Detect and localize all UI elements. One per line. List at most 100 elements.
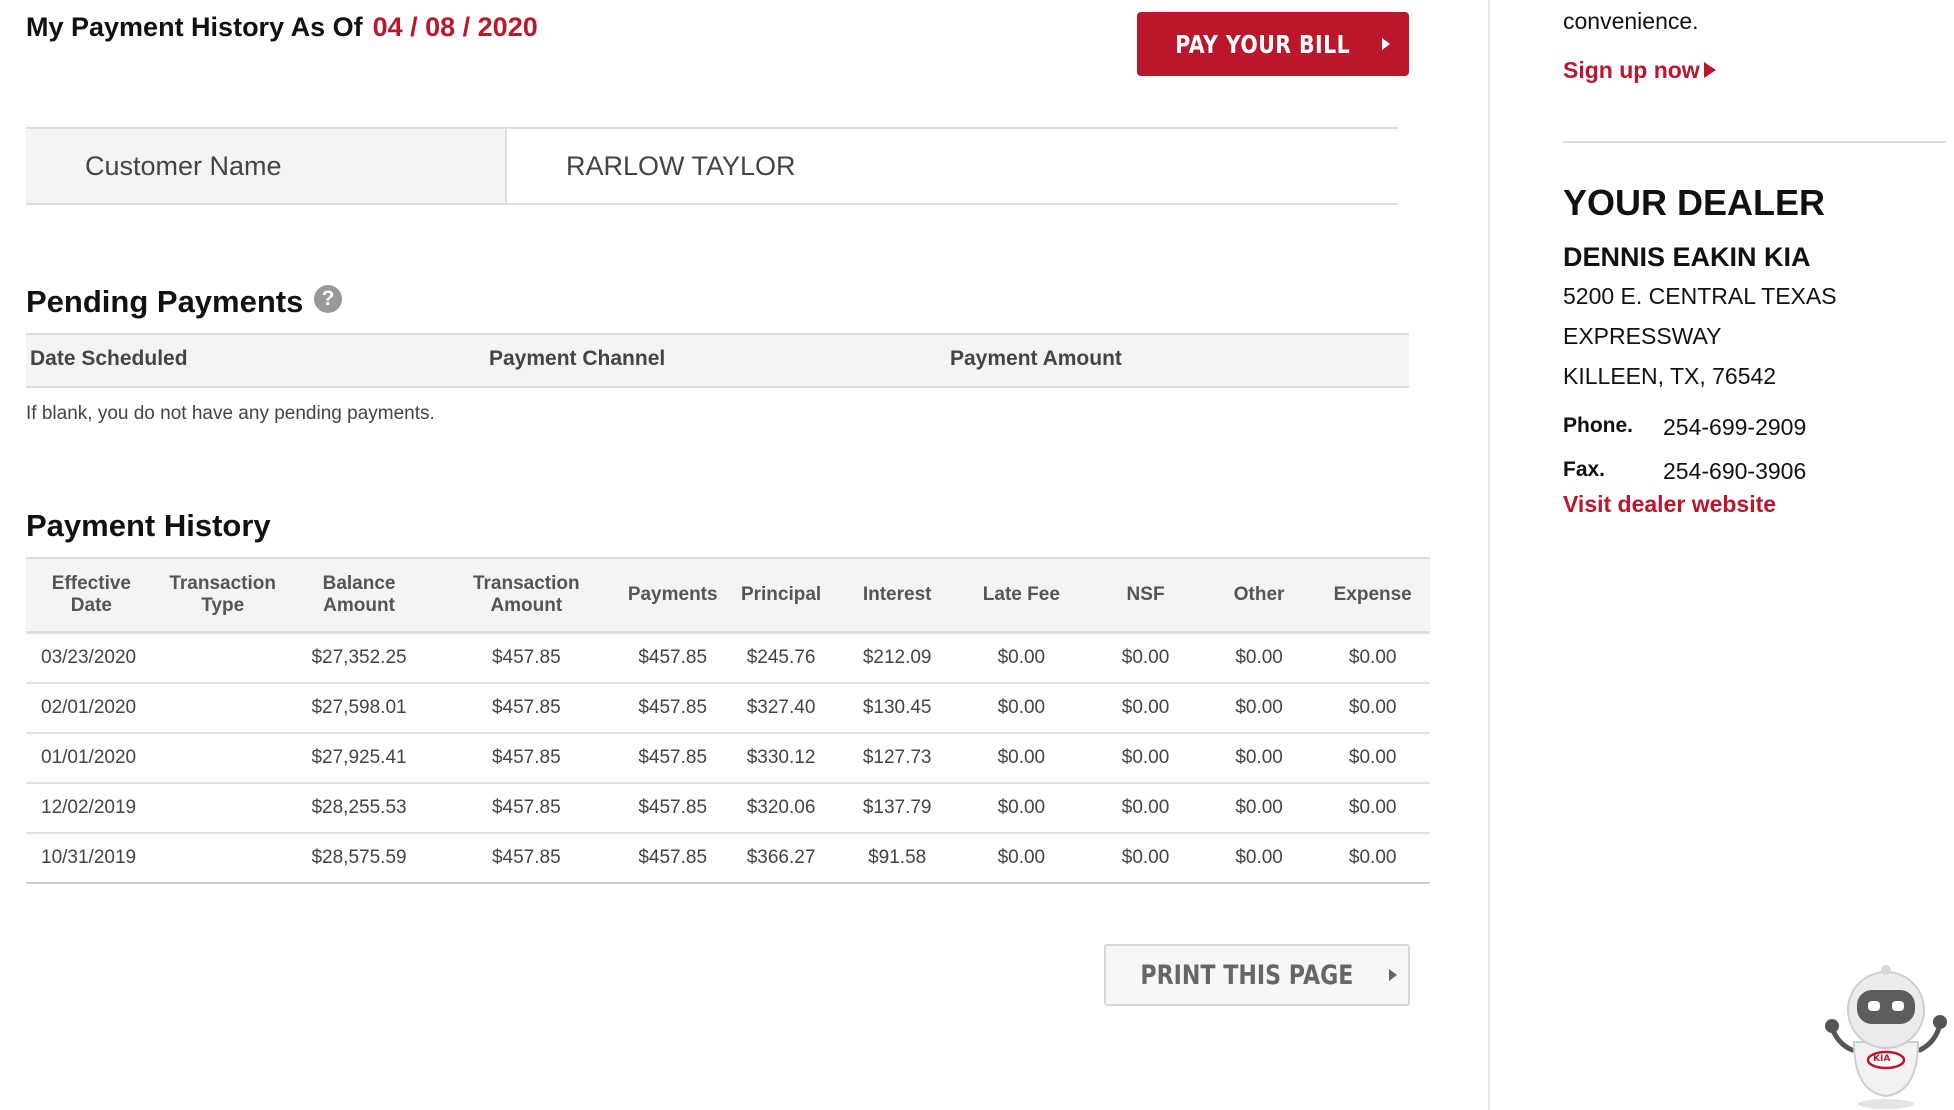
table-cell: $0.00 bbox=[1202, 833, 1316, 884]
column-header-text: Type bbox=[201, 595, 245, 616]
column-header: Interest bbox=[839, 557, 955, 634]
sidebar-divider-line bbox=[1563, 141, 1946, 143]
pay-your-bill-label: PAY YOUR BILL bbox=[1175, 29, 1351, 59]
page-title: My Payment History As Of 04 / 08 / 2020 bbox=[26, 12, 538, 43]
column-header: Expense bbox=[1315, 557, 1430, 634]
table-cell: $0.00 bbox=[1315, 683, 1430, 734]
payment-history-table: Effective Date Transaction Type Balance Amoun… bbox=[26, 557, 1430, 884]
table-body: 03/23/2020 $27,352.25 $457.85 $457.85 $245.7… bbox=[26, 632, 1430, 884]
table-cell: $0.00 bbox=[1202, 733, 1316, 784]
customer-name-row: Customer Name RARLOW TAYLOR bbox=[26, 127, 1398, 205]
kia-robot-icon[interactable] bbox=[1824, 958, 1948, 1110]
table-cell: $0.00 bbox=[1202, 632, 1316, 684]
table-cell: 12/02/2019 bbox=[26, 783, 157, 834]
fax-label: Fax. bbox=[1563, 458, 1606, 481]
table-cell bbox=[156, 683, 289, 734]
pay-your-bill-button[interactable]: PAY YOUR BILL bbox=[1137, 12, 1409, 76]
table-cell: $457.85 bbox=[623, 683, 723, 734]
table-row: 12/02/2019 $28,255.53 $457.85 $457.85 $320.0… bbox=[26, 783, 1430, 834]
table-cell: $457.85 bbox=[429, 632, 624, 684]
column-header: Late Fee bbox=[954, 557, 1089, 634]
table-row: 03/23/2020 $27,352.25 $457.85 $457.85 $245.7… bbox=[26, 632, 1430, 684]
column-header-text: NSF bbox=[1126, 584, 1165, 605]
table-cell: $0.00 bbox=[954, 783, 1089, 834]
table-cell: 10/31/2019 bbox=[26, 833, 157, 884]
table-cell: $245.76 bbox=[722, 632, 840, 684]
table-cell: $0.00 bbox=[954, 683, 1089, 734]
table-cell: $0.00 bbox=[1088, 783, 1203, 834]
column-header-text: Late Fee bbox=[982, 584, 1060, 605]
column-header: Principal bbox=[722, 557, 840, 634]
table-cell: $137.79 bbox=[839, 783, 955, 834]
table-cell: $0.00 bbox=[1088, 683, 1203, 734]
table-cell: $457.85 bbox=[429, 683, 624, 734]
column-header-text: Amount bbox=[323, 595, 395, 616]
table-row: 02/01/2020 $27,598.01 $457.85 $457.85 $327.4… bbox=[26, 683, 1430, 734]
chevron-right-icon bbox=[1381, 38, 1390, 50]
table-cell: $457.85 bbox=[429, 833, 624, 884]
column-header-text: Transaction bbox=[472, 573, 580, 594]
table-cell: $127.73 bbox=[839, 733, 955, 784]
dealer-address-line-1: 5200 E. CENTRAL TEXAS bbox=[1563, 283, 1837, 309]
sign-up-link[interactable]: Sign up now bbox=[1563, 57, 1716, 84]
column-payment-channel: Payment Channel bbox=[489, 347, 666, 370]
column-header-text: Balance bbox=[322, 573, 396, 594]
table-cell: 03/23/2020 bbox=[26, 632, 157, 684]
table-cell: $457.85 bbox=[623, 632, 723, 684]
column-header: Other bbox=[1202, 557, 1316, 634]
phone-number: 254-699-2909 bbox=[1663, 414, 1807, 440]
pending-payments-note: If blank, you do not have any pending pa… bbox=[26, 403, 435, 424]
print-page-label: PRINT THIS PAGE bbox=[1140, 959, 1354, 991]
table-cell: $91.58 bbox=[839, 833, 955, 884]
table-cell bbox=[156, 833, 289, 884]
question-circle-icon[interactable]: ? bbox=[314, 285, 342, 313]
table-cell: $28,575.59 bbox=[288, 833, 430, 884]
column-header-text: Payments bbox=[627, 584, 718, 605]
table-header-row: Effective Date Transaction Type Balance Amoun… bbox=[26, 557, 1430, 634]
table-cell: $320.06 bbox=[722, 783, 840, 834]
column-date-scheduled: Date Scheduled bbox=[30, 347, 188, 370]
fax-number: 254-690-3906 bbox=[1663, 458, 1807, 484]
print-page-button[interactable]: PRINT THIS PAGE bbox=[1104, 944, 1410, 1006]
customer-name-label: Customer Name bbox=[85, 151, 282, 181]
table-cell: $212.09 bbox=[839, 632, 955, 684]
visit-dealer-website-link[interactable]: Visit dealer website bbox=[1563, 491, 1776, 518]
table-cell: $0.00 bbox=[954, 833, 1089, 884]
dealer-name: DENNIS EAKIN KIA bbox=[1563, 242, 1811, 272]
table-row: 10/31/2019 $28,575.59 $457.85 $457.85 $366.2… bbox=[26, 833, 1430, 884]
table-cell bbox=[156, 733, 289, 784]
column-header-text: Interest bbox=[862, 584, 932, 605]
table-cell: $457.85 bbox=[429, 783, 624, 834]
table-cell bbox=[156, 783, 289, 834]
sign-up-label: Sign up now bbox=[1563, 57, 1700, 83]
kia-logo-text: KIA bbox=[1873, 1054, 1891, 1064]
table-cell: $27,598.01 bbox=[288, 683, 430, 734]
column-header-text: Expense bbox=[1333, 584, 1412, 605]
column-header-text: Effective bbox=[51, 573, 131, 594]
sidebar-divider bbox=[1488, 0, 1490, 1110]
table-cell: $457.85 bbox=[623, 733, 723, 784]
table-cell bbox=[156, 632, 289, 684]
table-cell: $457.85 bbox=[623, 833, 723, 884]
column-header-text: Date bbox=[70, 595, 112, 616]
table-cell: 02/01/2020 bbox=[26, 683, 157, 734]
dealer-address-line-3: KILLEEN, TX, 76542 bbox=[1563, 363, 1777, 389]
table-cell: $0.00 bbox=[1088, 733, 1203, 784]
table-cell: $28,255.53 bbox=[288, 783, 430, 834]
column-header-text: Transaction bbox=[169, 573, 276, 594]
table-row: 01/01/2020 $27,925.41 $457.85 $457.85 $330.1… bbox=[26, 733, 1430, 784]
table-cell: $0.00 bbox=[954, 632, 1089, 684]
customer-name-label-cell: Customer Name bbox=[26, 129, 507, 203]
table-cell: $0.00 bbox=[1315, 833, 1430, 884]
table-cell: 01/01/2020 bbox=[26, 733, 157, 784]
table-cell: $0.00 bbox=[1315, 783, 1430, 834]
payment-history-title: Payment History bbox=[26, 508, 271, 543]
column-header-text: Other bbox=[1233, 584, 1285, 605]
table-cell: $366.27 bbox=[722, 833, 840, 884]
table-cell: $457.85 bbox=[623, 783, 723, 834]
chevron-right-icon bbox=[1388, 969, 1397, 981]
table-cell: $0.00 bbox=[1088, 833, 1203, 884]
table-cell: $0.00 bbox=[1202, 783, 1316, 834]
table-cell: $0.00 bbox=[954, 733, 1089, 784]
table-cell: $330.12 bbox=[722, 733, 840, 784]
